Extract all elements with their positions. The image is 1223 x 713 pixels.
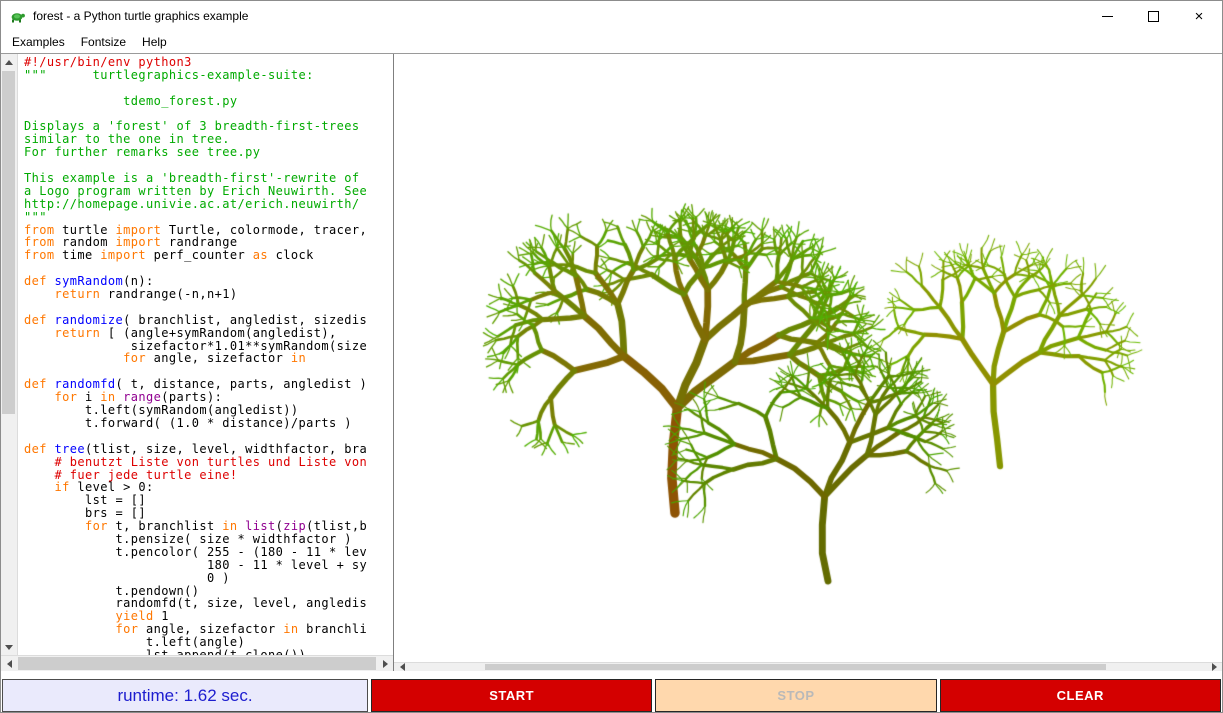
scroll-down-icon[interactable] — [1, 639, 17, 655]
turtle-canvas — [394, 54, 1222, 662]
code-line: For further remarks see tree.py — [24, 146, 393, 159]
start-button[interactable]: START — [371, 679, 652, 712]
menu-bar: Examples Fontsize Help — [1, 31, 1222, 53]
maximize-icon — [1148, 11, 1159, 22]
canvas-scroll-right-icon[interactable] — [1206, 663, 1222, 671]
code-pane: #!/usr/bin/env python3""" turtlegraphics… — [1, 54, 394, 671]
code-line: for angle, sizefactor in — [24, 352, 393, 365]
main-area: #!/usr/bin/env python3""" turtlegraphics… — [1, 53, 1222, 671]
clear-button[interactable]: CLEAR — [940, 679, 1221, 712]
code-line: t.forward( (1.0 * distance)/parts ) — [24, 417, 393, 430]
runtime-display: runtime: 1.62 sec. — [2, 679, 368, 712]
scroll-up-icon[interactable] — [1, 54, 17, 70]
bottom-bar: runtime: 1.62 sec. START STOP CLEAR — [2, 679, 1221, 712]
horizontal-scroll-thumb[interactable] — [18, 657, 376, 670]
canvas-scroll-left-icon[interactable] — [394, 663, 410, 671]
close-icon: × — [1195, 9, 1204, 24]
canvas-scroll-thumb[interactable] — [485, 664, 1106, 670]
window-title: forest - a Python turtle graphics exampl… — [33, 9, 248, 23]
app-window: forest - a Python turtle graphics exampl… — [0, 0, 1223, 713]
maximize-button[interactable] — [1130, 1, 1176, 31]
code-line: """ turtlegraphics-example-suite: — [24, 69, 393, 82]
canvas-pane — [394, 54, 1222, 671]
canvas-area — [394, 54, 1222, 662]
code-line: tdemo_forest.py — [24, 95, 393, 108]
code-horizontal-scrollbar[interactable] — [1, 655, 393, 671]
title-bar: forest - a Python turtle graphics exampl… — [1, 1, 1222, 31]
vertical-scroll-thumb[interactable] — [2, 71, 15, 414]
code-line: http://homepage.univie.ac.at/erich.neuwi… — [24, 198, 393, 211]
menu-item-examples[interactable]: Examples — [4, 32, 73, 52]
scroll-left-icon[interactable] — [1, 656, 17, 671]
canvas-horizontal-scrollbar[interactable] — [394, 662, 1222, 671]
stop-button[interactable]: STOP — [655, 679, 936, 712]
minimize-icon — [1102, 16, 1113, 17]
code-text[interactable]: #!/usr/bin/env python3""" turtlegraphics… — [18, 54, 393, 655]
code-line: return randrange(-n,n+1) — [24, 288, 393, 301]
menu-item-help[interactable]: Help — [134, 32, 175, 52]
close-button[interactable]: × — [1176, 1, 1222, 31]
minimize-button[interactable] — [1084, 1, 1130, 31]
turtle-icon — [10, 8, 26, 24]
menu-item-fontsize[interactable]: Fontsize — [73, 32, 134, 52]
scroll-right-icon[interactable] — [377, 656, 393, 671]
code-line: from time import perf_counter as clock — [24, 249, 393, 262]
code-vertical-scrollbar[interactable] — [1, 54, 18, 655]
